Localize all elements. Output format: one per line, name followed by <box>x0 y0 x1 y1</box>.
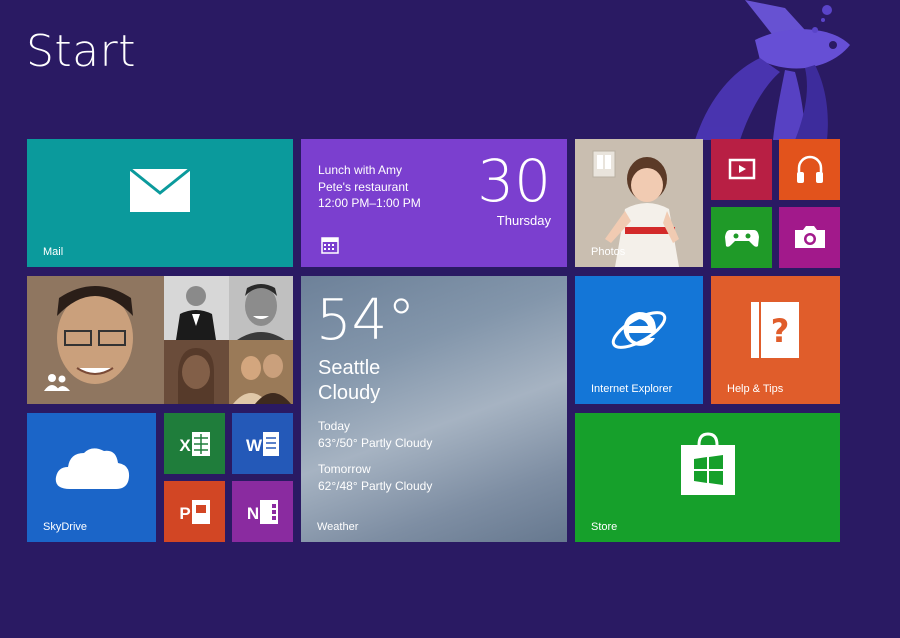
onenote-icon: N <box>247 500 278 524</box>
store-bag-icon <box>681 432 735 495</box>
weather-tile[interactable]: 54° Seattle Cloudy Today 63°/50° Partly … <box>301 276 567 542</box>
excel-letter: X <box>179 436 191 455</box>
weather-city: Seattle <box>318 357 381 379</box>
event-title: Lunch with Amy <box>318 163 403 177</box>
cloud-icon <box>55 448 130 489</box>
camera-tile[interactable] <box>779 207 840 268</box>
calendar-day-name: Thursday <box>496 213 551 228</box>
svg-text:?: ? <box>771 312 790 350</box>
store-label: Store <box>591 521 618 533</box>
internet-explorer-label: Internet Explorer <box>591 383 673 395</box>
help-tips-label: Help & Tips <box>727 383 784 395</box>
weather-condition: Cloudy <box>318 382 381 404</box>
video-tile[interactable] <box>711 139 772 200</box>
weather-temperature: 54° <box>316 288 416 353</box>
weather-tomorrow-forecast: 62°/48° Partly Cloudy <box>318 479 433 493</box>
photos-tile[interactable]: Photos <box>575 139 703 267</box>
photos-label: Photos <box>591 246 626 258</box>
store-tile[interactable]: Store <box>575 413 840 542</box>
help-tips-tile[interactable]: ? Help & Tips <box>711 276 840 404</box>
weather-today: Today 63°/50° Partly Cloudy <box>318 418 432 452</box>
word-icon: W <box>246 432 279 456</box>
weather-city-condition: Seattle Cloudy <box>318 356 380 406</box>
weather-tomorrow-label: Tomorrow <box>318 462 371 476</box>
skydrive-label: SkyDrive <box>43 521 88 533</box>
gamepad-icon <box>725 230 759 247</box>
excel-icon: X <box>179 432 210 456</box>
internet-explorer-tile[interactable]: Internet Explorer <box>575 276 703 404</box>
camera-icon <box>795 226 825 248</box>
word-letter: W <box>246 436 263 455</box>
skydrive-tile[interactable]: SkyDrive <box>27 413 156 542</box>
help-book-icon: ? <box>751 302 799 358</box>
calendar-icon <box>321 237 339 254</box>
headphones-icon <box>797 155 823 183</box>
weather-label: Weather <box>317 521 359 533</box>
person-photo-woman-image <box>164 340 229 404</box>
calendar-tile[interactable]: Lunch with Amy Pete's restaurant 12:00 P… <box>301 139 567 267</box>
onenote-tile[interactable]: N <box>232 481 293 542</box>
envelope-icon <box>129 168 191 212</box>
person-photo-man-image <box>229 276 293 340</box>
word-tile[interactable]: W <box>232 413 293 474</box>
calendar-day-number: 30 <box>477 147 551 215</box>
games-tile[interactable] <box>711 207 772 268</box>
powerpoint-tile[interactable]: P <box>164 481 225 542</box>
fish-decoration-image <box>695 0 850 140</box>
weather-tomorrow: Tomorrow 62°/48° Partly Cloudy <box>318 461 432 495</box>
people-icon <box>44 374 70 391</box>
mail-label: Mail <box>43 246 64 258</box>
weather-today-forecast: 63°/50° Partly Cloudy <box>318 436 433 450</box>
onenote-letter: N <box>247 504 259 523</box>
powerpoint-letter: P <box>179 504 190 523</box>
event-time: 12:00 PM–1:00 PM <box>318 196 421 210</box>
person-photo-tux-image <box>164 276 229 340</box>
powerpoint-icon: P <box>179 500 210 524</box>
calendar-event: Lunch with Amy Pete's restaurant 12:00 P… <box>318 162 421 212</box>
event-location: Pete's restaurant <box>318 179 409 194</box>
video-icon <box>728 158 756 180</box>
people-tile[interactable] <box>27 276 293 404</box>
person-photo-group-image <box>229 340 293 404</box>
internet-explorer-icon <box>611 311 667 349</box>
weather-today-label: Today <box>318 419 351 433</box>
excel-tile[interactable]: X <box>164 413 225 474</box>
mail-tile[interactable]: Mail <box>27 139 293 267</box>
music-tile[interactable] <box>779 139 840 200</box>
page-title: Start <box>26 26 136 77</box>
